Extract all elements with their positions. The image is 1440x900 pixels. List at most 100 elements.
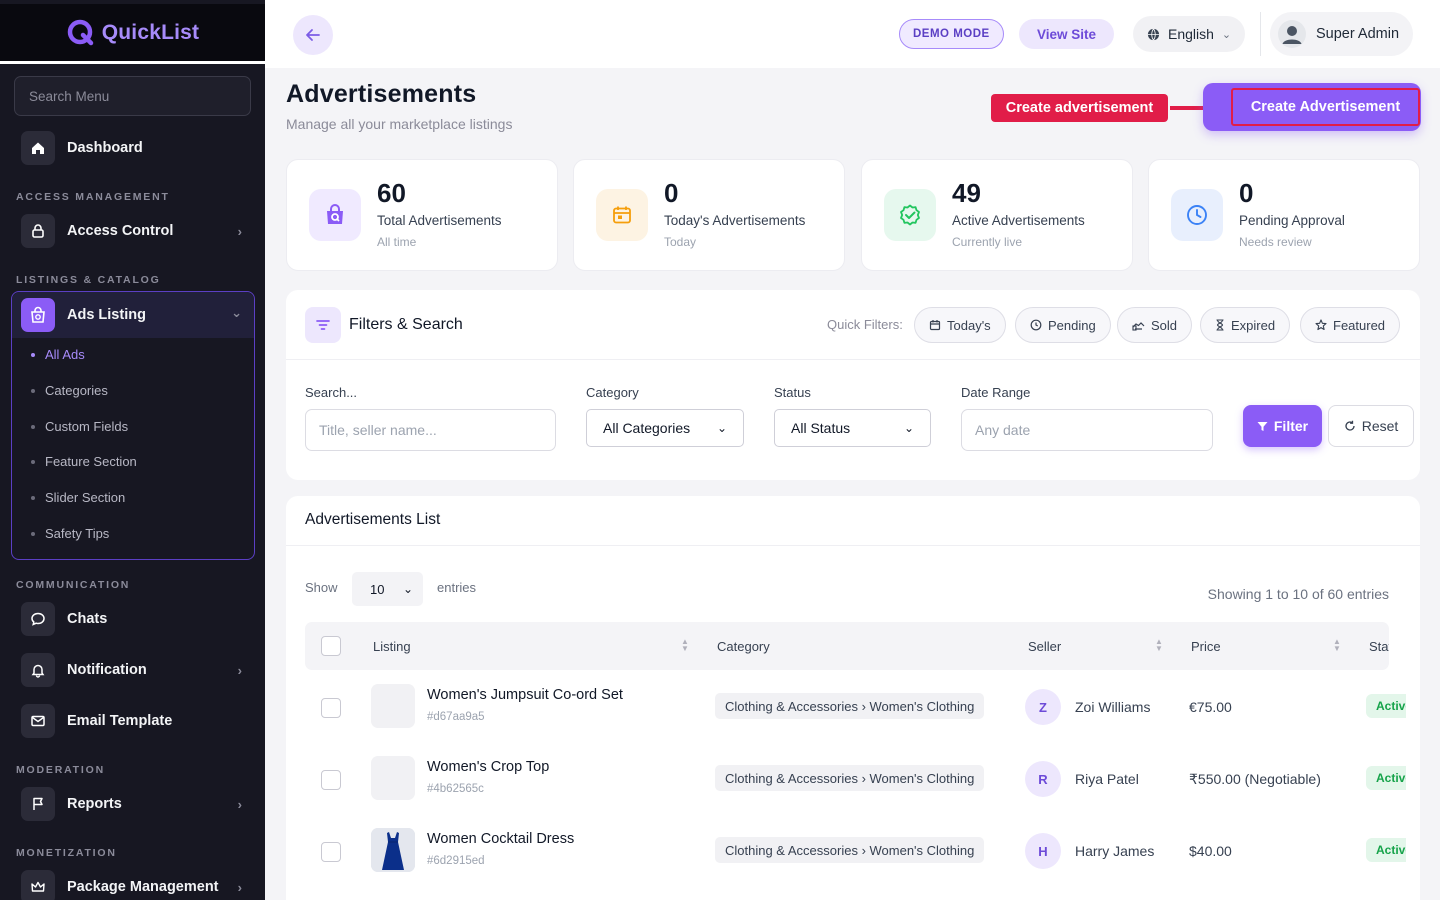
- user-menu[interactable]: Super Admin: [1270, 12, 1414, 56]
- seller-name: Riya Patel: [1075, 771, 1139, 787]
- quick-filter-pending[interactable]: Pending: [1015, 307, 1111, 343]
- listing-title[interactable]: Women Cocktail Dress: [427, 831, 574, 847]
- stat-caption: Today: [664, 235, 697, 249]
- sidebar-item-reports[interactable]: Reports ›: [12, 782, 254, 826]
- divider: [286, 545, 1420, 546]
- sidebar-item-access-control[interactable]: Access Control ›: [12, 209, 254, 253]
- language-selector[interactable]: English ⌄: [1133, 16, 1246, 52]
- hourglass-icon: [1216, 319, 1224, 331]
- sidebar-sub-all-ads[interactable]: All Ads: [31, 347, 85, 362]
- chevron-down-icon: ⌄: [716, 421, 727, 435]
- chip-label: Featured: [1333, 317, 1386, 333]
- status-badge: Active: [1366, 838, 1406, 862]
- listing-title[interactable]: Women's Jumpsuit Co-ord Set: [427, 687, 623, 703]
- arrow-left-icon: [306, 29, 320, 41]
- star-icon: [1315, 319, 1327, 331]
- seller-avatar: H: [1025, 833, 1061, 869]
- calendar-icon: [929, 320, 941, 331]
- stat-label: Total Advertisements: [377, 213, 502, 228]
- stat-value: 49: [952, 178, 981, 208]
- sort-icon[interactable]: ▲ ▼: [681, 638, 689, 653]
- stat-caption: Needs review: [1239, 235, 1312, 249]
- filters-panel: Filters & Search Quick Filters: Today's …: [286, 290, 1420, 480]
- reset-button[interactable]: Reset: [1328, 405, 1414, 447]
- chip-label: Expired: [1231, 317, 1276, 333]
- category-select[interactable]: All Categories ⌄: [586, 409, 744, 447]
- select-all-checkbox[interactable]: [321, 636, 341, 656]
- sidebar-item-label: Dashboard: [67, 140, 143, 156]
- table-row[interactable]: Women Cocktail Dress #6d2915ed Clothing …: [305, 815, 1406, 887]
- entries-per-page-select[interactable]: 10 ⌄: [352, 572, 423, 606]
- show-label: Show: [305, 580, 338, 595]
- sort-icon[interactable]: ▲ ▼: [1333, 638, 1341, 653]
- select-value: All Categories: [603, 420, 691, 436]
- view-site-button[interactable]: View Site: [1019, 19, 1115, 49]
- demo-mode-badge: DEMO MODE: [899, 19, 1004, 49]
- row-checkbox[interactable]: [321, 770, 341, 790]
- table-row[interactable]: Women's Crop Top #4b62565c Clothing & Ac…: [305, 743, 1406, 815]
- date-range-input[interactable]: Any date: [961, 409, 1213, 451]
- filter-lines-icon: [305, 307, 341, 343]
- listing-title[interactable]: Women's Crop Top: [427, 759, 549, 775]
- status-select[interactable]: All Status ⌄: [774, 409, 931, 447]
- brand-logo[interactable]: QuickList: [0, 4, 265, 64]
- quick-filter-sold[interactable]: Sold: [1117, 307, 1193, 343]
- stat-value: 0: [1239, 178, 1254, 208]
- sidebar-sub-custom-fields[interactable]: Custom Fields: [31, 419, 128, 434]
- chevron-right-icon: ›: [237, 663, 242, 678]
- filters-title: Filters & Search: [349, 316, 463, 333]
- chevron-down-icon: ⌄: [402, 582, 413, 596]
- sidebar-item-notification[interactable]: Notification ›: [12, 648, 254, 692]
- listing-price: €75.00: [1189, 699, 1232, 715]
- chat-bubble-icon: [21, 602, 55, 636]
- funnel-icon: [1257, 421, 1268, 431]
- search-input[interactable]: Title, seller name...: [305, 409, 556, 451]
- table-row[interactable]: Women's Jumpsuit Co-ord Set #d67aa9a5 Cl…: [305, 671, 1406, 743]
- quick-filter-expired[interactable]: Expired: [1200, 307, 1291, 343]
- back-button[interactable]: [293, 15, 333, 55]
- refresh-icon: [1345, 420, 1355, 431]
- listing-id: #d67aa9a5: [427, 711, 485, 723]
- section-label-monetization: MONETIZATION: [16, 847, 117, 859]
- column-header-price[interactable]: Price: [1191, 639, 1221, 654]
- bullet-icon: [31, 495, 35, 500]
- quick-filter-featured[interactable]: Featured: [1300, 307, 1401, 343]
- column-header-status[interactable]: Status: [1369, 639, 1389, 654]
- sidebar-item-chats[interactable]: Chats: [12, 597, 254, 641]
- column-header-seller[interactable]: Seller: [1028, 639, 1061, 654]
- sort-icon[interactable]: ▲ ▼: [1155, 638, 1163, 653]
- section-label-communication: COMMUNICATION: [16, 579, 131, 591]
- quick-filter-todays[interactable]: Today's: [914, 307, 1006, 343]
- sidebar-item-dashboard[interactable]: Dashboard: [12, 126, 254, 170]
- row-checkbox[interactable]: [321, 698, 341, 718]
- bell-icon: [21, 653, 55, 687]
- filter-button[interactable]: Filter: [1243, 405, 1322, 447]
- sidebar-item-email-template[interactable]: Email Template: [12, 699, 254, 743]
- listing-price: ₹550.00 (Negotiable): [1189, 771, 1321, 787]
- sidebar-item-package-management[interactable]: Package Management ›: [12, 865, 254, 900]
- sidebar: QuickList Search Menu Dashboard ACCESS M…: [0, 0, 265, 900]
- date-range-label: Date Range: [961, 385, 1031, 400]
- create-advertisement-button[interactable]: Create Advertisement: [1203, 83, 1421, 131]
- dress-image: [371, 828, 415, 872]
- language-label: English: [1168, 26, 1214, 42]
- sidebar-item-ads-listing[interactable]: Ads Listing ⌄: [12, 292, 254, 338]
- sidebar-item-label: Chats: [67, 611, 108, 627]
- stat-card-today: 0 Today's Advertisements Today: [573, 159, 845, 271]
- sidebar-sub-slider-section[interactable]: Slider Section: [31, 490, 125, 505]
- chip-label: Sold: [1151, 317, 1178, 333]
- column-header-category[interactable]: Category: [717, 639, 770, 654]
- sub-item-label: Categories: [45, 383, 108, 398]
- sidebar-item-label: Email Template: [67, 713, 173, 729]
- quicklist-logo-icon: [66, 18, 96, 48]
- column-header-listing[interactable]: Listing: [373, 639, 411, 654]
- sidebar-sub-categories[interactable]: Categories: [31, 383, 108, 398]
- chip-label: Pending: [1048, 317, 1096, 333]
- sidebar-sub-safety-tips[interactable]: Safety Tips: [31, 526, 109, 541]
- sidebar-search-input[interactable]: Search Menu: [14, 76, 251, 116]
- crown-icon: [21, 870, 55, 900]
- row-checkbox[interactable]: [321, 842, 341, 862]
- sidebar-sub-feature-section[interactable]: Feature Section: [31, 454, 137, 469]
- category-badge: Clothing & Accessories › Women's Clothin…: [715, 765, 985, 791]
- page-subtitle: Manage all your marketplace listings: [286, 116, 513, 132]
